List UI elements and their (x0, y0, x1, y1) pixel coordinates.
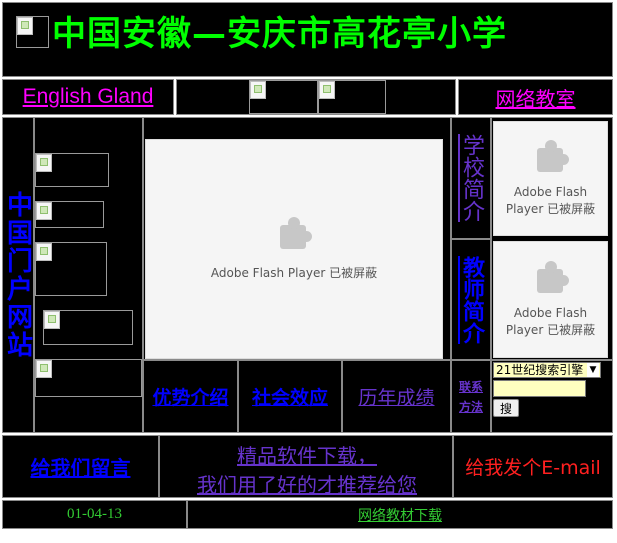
logo-image (16, 16, 49, 48)
right-flash-placeholder-2[interactable]: Adobe Flash Player 已被屏蔽 (493, 241, 608, 358)
left-image-4[interactable] (43, 310, 133, 345)
center-flash-placeholder[interactable]: Adobe Flash Player 已被屏蔽 (145, 139, 443, 359)
nav-banner-image-2[interactable] (318, 80, 386, 114)
software-cell: 精品软件下载， 我们用了好的才推荐给您 (159, 435, 453, 498)
social-effect-cell: 社会效应 (238, 360, 342, 433)
advantages-cell: 优势介绍 (143, 360, 238, 433)
chevron-down-icon: ▼ (587, 363, 599, 377)
guestbook-link[interactable]: 给我们留言 (31, 452, 131, 481)
school-intro-link[interactable]: 学校简介 (455, 134, 487, 222)
social-effect-link[interactable]: 社会效应 (252, 383, 328, 410)
plugin-puzzle-icon (533, 260, 569, 295)
date-text: 01-04-13 (67, 506, 122, 522)
nav-english-cell: English Gland (2, 79, 174, 115)
school-intro-cell: 学校简介 (451, 117, 491, 239)
search-button[interactable]: 搜 (493, 399, 519, 417)
right-flash-1-line1: Adobe Flash (513, 184, 588, 199)
history-cell: 历年成绩 (342, 360, 451, 433)
search-engine-select[interactable]: 21世纪搜索引擎 ▼ (493, 362, 601, 378)
nav-banner-image-1[interactable] (249, 80, 318, 114)
right-flash-2-line2: Player 已被屏蔽 (505, 322, 596, 337)
left-image-3[interactable] (35, 242, 107, 296)
materials-download-link[interactable]: 网络教材下载 (358, 505, 442, 525)
left-image-2[interactable] (35, 201, 104, 228)
left-image-5[interactable] (35, 359, 142, 397)
email-link[interactable]: 给我发个E-mail (465, 453, 601, 480)
software-download-line1[interactable]: 精品软件下载， (160, 440, 454, 469)
materials-cell: 网络教材下载 (187, 500, 613, 529)
history-link[interactable]: 历年成绩 (358, 383, 434, 410)
left-image-1[interactable] (35, 153, 109, 187)
guestbook-cell: 给我们留言 (2, 435, 159, 498)
right-flash-1-line2: Player 已被屏蔽 (505, 201, 596, 216)
contact-link[interactable]: 联系方法 (455, 377, 487, 417)
page-title: 中国安徽—安庆市高花亭小学 (52, 14, 507, 54)
right-flash-placeholder-1[interactable]: Adobe Flash Player 已被屏蔽 (493, 121, 608, 236)
portal-banner-text: 中国门户网站 (2, 191, 33, 359)
software-download-line2[interactable]: 我们用了好的才推荐给您 (160, 469, 454, 498)
english-link[interactable]: English Gland (23, 85, 154, 109)
email-cell: 给我发个E-mail (453, 435, 613, 498)
portal-banner-cell: 中国门户网站 (2, 117, 34, 433)
contact-cell: 联系方法 (451, 360, 491, 433)
search-engine-value: 21世纪搜索引擎 (496, 363, 584, 377)
teacher-intro-cell: 教师简介 (451, 239, 491, 360)
plugin-puzzle-icon (533, 139, 569, 174)
advantages-link[interactable]: 优势介绍 (152, 383, 228, 410)
nav-classroom-cell: 网络教室 (458, 79, 613, 115)
center-flash-message: Adobe Flash Player 已被屏蔽 (210, 265, 378, 280)
date-cell: 01-04-13 (2, 500, 187, 529)
search-input[interactable] (493, 380, 586, 397)
plugin-puzzle-icon (276, 216, 312, 251)
network-classroom-link[interactable]: 网络教室 (496, 83, 576, 112)
teacher-intro-link[interactable]: 教师简介 (455, 256, 487, 344)
right-flash-2-line1: Adobe Flash (513, 305, 588, 320)
